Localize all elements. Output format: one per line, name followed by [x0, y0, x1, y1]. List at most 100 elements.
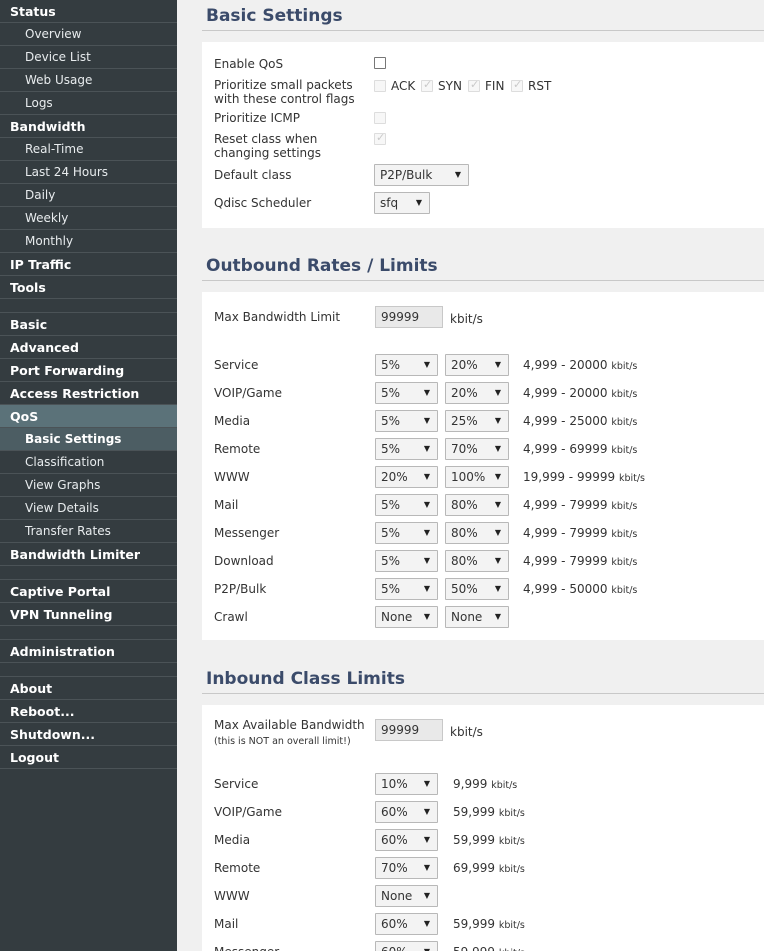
sidebar-item-about[interactable]: About: [0, 677, 177, 700]
inbound-class-label-messenger: Messenger: [214, 945, 279, 951]
outbound-max-select-voip-game[interactable]: 20%: [445, 382, 509, 404]
inbound-limit-select-remote[interactable]: 70%: [375, 857, 438, 879]
sidebar-item-web-usage[interactable]: Web Usage: [0, 69, 177, 92]
outbound-min-select-service[interactable]: 5%: [375, 354, 438, 376]
sidebar-item-logs[interactable]: Logs: [0, 92, 177, 115]
sidebar-item-real-time[interactable]: Real-Time: [0, 138, 177, 161]
sidebar-item-weekly[interactable]: Weekly: [0, 207, 177, 230]
outbound-max-select-mail[interactable]: 80%: [445, 494, 509, 516]
sidebar-item-advanced[interactable]: Advanced: [0, 336, 177, 359]
outbound-min-select-p2p-bulk[interactable]: 5%: [375, 578, 438, 600]
sidebar-item-administration[interactable]: Administration: [0, 640, 177, 663]
sidebar-item-bandwidth[interactable]: Bandwidth: [0, 115, 177, 138]
outbound-range-download: 4,999 - 79999 kbit/s: [523, 554, 637, 568]
max-available-label: Max Available Bandwidth: [214, 718, 365, 732]
inbound-value: 69,999: [453, 861, 495, 875]
sidebar-item-logout[interactable]: Logout: [0, 746, 177, 769]
outbound-min-select-download[interactable]: 5%: [375, 550, 438, 572]
sidebar-item-captive-portal[interactable]: Captive Portal: [0, 580, 177, 603]
outbound-min-select-remote[interactable]: 5%: [375, 438, 438, 460]
outbound-class-label-media: Media: [214, 414, 251, 428]
outbound-max-select-p2p-bulk[interactable]: 50%: [445, 578, 509, 600]
sidebar-nav: Status Overview Device List Web Usage Logs Ba…: [0, 0, 177, 951]
inbound-limit-select-www[interactable]: None: [375, 885, 438, 907]
inbound-value-unit: kbit/s: [498, 836, 525, 847]
outbound-class-label-p2p-bulk: P2P/Bulk: [214, 582, 267, 596]
sidebar-item-last-24-hours[interactable]: Last 24 Hours: [0, 161, 177, 184]
outbound-min-select-crawl[interactable]: None: [375, 606, 438, 628]
fin-flag-checkbox[interactable]: [468, 78, 480, 92]
sidebar-item-overview[interactable]: Overview: [0, 23, 177, 46]
inbound-limit-select-mail[interactable]: 60%: [375, 913, 438, 935]
outbound-range-value: 4,999 - 20000: [523, 358, 608, 372]
prioritize-icmp-label: Prioritize ICMP: [214, 111, 300, 125]
inbound-value-unit: kbit/s: [491, 780, 518, 791]
inbound-limit-select-service[interactable]: 10%: [375, 773, 438, 795]
sidebar-item-qos[interactable]: QoS: [0, 405, 177, 428]
outbound-min-select-www[interactable]: 20%: [375, 466, 438, 488]
inbound-limit-select-media[interactable]: 60%: [375, 829, 438, 851]
outbound-max-select-crawl[interactable]: None: [445, 606, 509, 628]
sidebar-item-port-forwarding[interactable]: Port Forwarding: [0, 359, 177, 382]
outbound-range-value: 4,999 - 79999: [523, 526, 608, 540]
max-bandwidth-input[interactable]: [375, 306, 443, 328]
inbound-limit-select-voip-game[interactable]: 60%: [375, 801, 438, 823]
syn-flag-checkbox[interactable]: [421, 78, 433, 92]
outbound-range-value: 19,999 - 99999: [523, 470, 616, 484]
outbound-range-service: 4,999 - 20000 kbit/s: [523, 358, 637, 372]
inbound-value-unit: kbit/s: [498, 864, 525, 875]
sidebar-item-view-details[interactable]: View Details: [0, 497, 177, 520]
ack-flag-checkbox[interactable]: [374, 80, 386, 92]
outbound-max-select-messenger[interactable]: 80%: [445, 522, 509, 544]
default-class-select[interactable]: P2P/Bulk: [374, 164, 469, 186]
prioritize-icmp-checkbox[interactable]: [374, 112, 386, 124]
enable-qos-checkbox[interactable]: [374, 57, 386, 69]
max-available-input[interactable]: [375, 719, 443, 741]
outbound-max-select-media[interactable]: 25%: [445, 410, 509, 432]
sidebar-item-ip-traffic[interactable]: IP Traffic: [0, 253, 177, 276]
outbound-min-select-messenger[interactable]: 5%: [375, 522, 438, 544]
outbound-class-label-remote: Remote: [214, 442, 261, 456]
sidebar-item-daily[interactable]: Daily: [0, 184, 177, 207]
sidebar-item-status[interactable]: Status: [0, 0, 177, 23]
sidebar-item-shutdown[interactable]: Shutdown...: [0, 723, 177, 746]
outbound-title: Outbound Rates / Limits: [206, 256, 438, 276]
outbound-min-select-mail[interactable]: 5%: [375, 494, 438, 516]
sidebar-item-transfer-rates[interactable]: Transfer Rates: [0, 520, 177, 543]
outbound-range-unit: kbit/s: [611, 361, 638, 372]
outbound-range-mail: 4,999 - 79999 kbit/s: [523, 498, 637, 512]
inbound-title: Inbound Class Limits: [206, 669, 405, 689]
fin-flag-label: FIN: [485, 79, 505, 93]
enable-qos-label: Enable QoS: [214, 57, 284, 71]
sidebar-item-device-list[interactable]: Device List: [0, 46, 177, 69]
sidebar-item-view-graphs[interactable]: View Graphs: [0, 474, 177, 497]
sidebar-item-basic-settings[interactable]: Basic Settings: [0, 428, 177, 451]
outbound-min-select-media[interactable]: 5%: [375, 410, 438, 432]
outbound-max-select-remote[interactable]: 70%: [445, 438, 509, 460]
sidebar-item-access-restriction[interactable]: Access Restriction: [0, 382, 177, 405]
rst-flag-checkbox[interactable]: [511, 78, 523, 92]
sidebar-item-bandwidth-limiter[interactable]: Bandwidth Limiter: [0, 543, 177, 566]
reset-class-checkbox[interactable]: [374, 131, 386, 145]
sidebar-item-classification[interactable]: Classification: [0, 451, 177, 474]
sidebar-item-basic[interactable]: Basic: [0, 313, 177, 336]
sidebar-item-tools[interactable]: Tools: [0, 276, 177, 299]
inbound-limit-select-messenger[interactable]: 60%: [375, 941, 438, 951]
reset-class-label-line2: changing settings: [214, 146, 322, 160]
outbound-range-unit: kbit/s: [618, 473, 645, 484]
outbound-max-select-download[interactable]: 80%: [445, 550, 509, 572]
sidebar-item-monthly[interactable]: Monthly: [0, 230, 177, 253]
outbound-range-unit: kbit/s: [611, 557, 638, 568]
outbound-max-select-www[interactable]: 100%: [445, 466, 509, 488]
sidebar-separator: [0, 626, 177, 640]
sidebar-item-reboot[interactable]: Reboot...: [0, 700, 177, 723]
outbound-max-select-service[interactable]: 20%: [445, 354, 509, 376]
qdisc-scheduler-label: Qdisc Scheduler: [214, 196, 312, 210]
outbound-min-select-voip-game[interactable]: 5%: [375, 382, 438, 404]
outbound-class-label-service: Service: [214, 358, 259, 372]
qdisc-scheduler-select[interactable]: sfq: [374, 192, 430, 214]
sidebar-item-vpn-tunneling[interactable]: VPN Tunneling: [0, 603, 177, 626]
outbound-class-label-crawl: Crawl: [214, 610, 248, 624]
outbound-range-value: 4,999 - 79999: [523, 498, 608, 512]
inbound-value: 59,999: [453, 945, 495, 951]
